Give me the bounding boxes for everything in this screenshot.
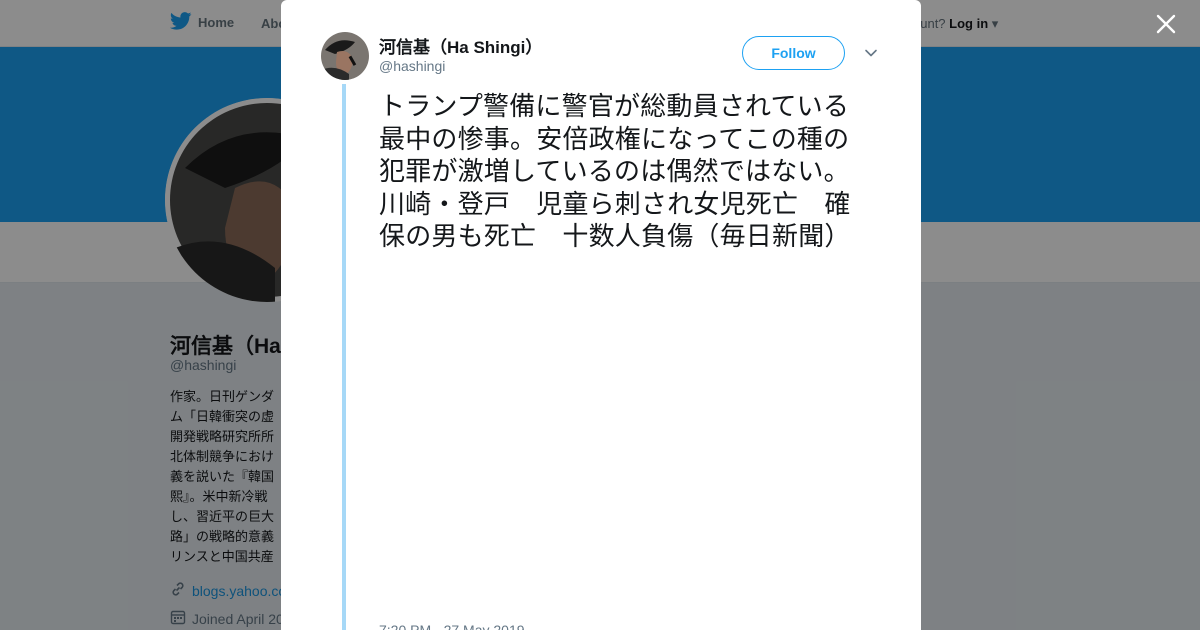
- more-options-button[interactable]: [863, 45, 879, 61]
- tweet-text-line: 最中の惨事。安倍政権になってこの種の: [379, 124, 850, 155]
- tweet-text: トランプ警備に警官が総動員されている 最中の惨事。安倍政権になってこの種の 犯罪…: [379, 91, 889, 254]
- thread-line: [342, 84, 346, 630]
- close-icon: [1156, 14, 1176, 34]
- tweet-text-line: トランプ警備に警官が総動員されている: [379, 92, 850, 122]
- chevron-down-icon: [865, 49, 877, 57]
- tweet-author-name[interactable]: 河信基（Ha Shingi）: [379, 33, 542, 58]
- tweet-timestamp[interactable]: 7:20 PM - 27 May 2019: [379, 622, 525, 630]
- tweet-text-line: 保の男も死亡 十数人負傷（毎日新聞）: [379, 222, 851, 252]
- tweet-modal: 河信基（Ha Shingi） @hashingi Follow トランプ警備に警…: [281, 0, 921, 630]
- tweet-text-line: 犯罪が激増しているのは偶然ではない。: [379, 157, 850, 187]
- follow-button[interactable]: Follow: [742, 36, 845, 70]
- close-button[interactable]: [1154, 12, 1178, 36]
- tweet-text-line: 川崎・登戸 児童ら刺され女児死亡 確: [379, 189, 851, 220]
- tweet-author-avatar[interactable]: [321, 32, 369, 80]
- tweet-author-handle[interactable]: @hashingi: [379, 58, 445, 74]
